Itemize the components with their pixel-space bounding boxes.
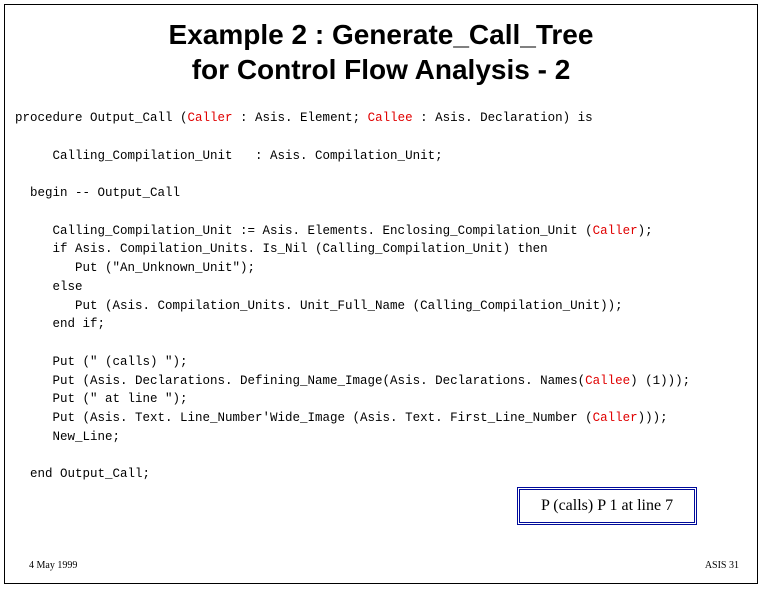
code-line: begin -- Output_Call: [15, 186, 180, 200]
footer-date: 4 May 1999: [29, 560, 77, 571]
code-line: );: [638, 224, 653, 238]
footer-page: ASIS 31: [705, 560, 739, 571]
slide-title: Example 2 : Generate_Call_Tree for Contr…: [15, 17, 747, 87]
code-line: Put ("An_Unknown_Unit");: [15, 261, 255, 275]
code-line: Calling_Compilation_Unit := Asis. Elemen…: [15, 224, 593, 238]
code-line: end Output_Call;: [15, 467, 150, 481]
code-highlight-caller: Caller: [188, 111, 233, 125]
code-line: ) (1)));: [630, 374, 690, 388]
code-highlight-caller: Caller: [593, 224, 638, 238]
title-line-1: Example 2 : Generate_Call_Tree: [169, 19, 594, 50]
code-line: Calling_Compilation_Unit : Asis. Compila…: [15, 149, 443, 163]
code-highlight-caller: Caller: [593, 411, 638, 425]
code-highlight-callee: Callee: [585, 374, 630, 388]
code-line: Put (Asis. Text. Line_Number'Wide_Image …: [15, 411, 593, 425]
slide-container: Example 2 : Generate_Call_Tree for Contr…: [4, 4, 758, 584]
code-line: Put (" (calls) ");: [15, 355, 188, 369]
code-line: Put (Asis. Declarations. Defining_Name_I…: [15, 374, 585, 388]
code-line: New_Line;: [15, 430, 120, 444]
code-line: : Asis. Element;: [233, 111, 368, 125]
code-line: : Asis. Declaration) is: [413, 111, 593, 125]
code-block: procedure Output_Call (Caller : Asis. El…: [15, 109, 747, 484]
title-line-2: for Control Flow Analysis - 2: [192, 54, 571, 85]
code-line: procedure Output_Call (: [15, 111, 188, 125]
callout-text: P (calls) P 1 at line 7: [541, 497, 673, 514]
code-line: Put (" at line ");: [15, 392, 188, 406]
code-line: end if;: [15, 317, 105, 331]
code-highlight-callee: Callee: [368, 111, 413, 125]
code-line: )));: [638, 411, 668, 425]
output-callout: P (calls) P 1 at line 7: [517, 487, 697, 525]
code-line: if Asis. Compilation_Units. Is_Nil (Call…: [15, 242, 548, 256]
code-line: else: [15, 280, 83, 294]
code-line: Put (Asis. Compilation_Units. Unit_Full_…: [15, 299, 623, 313]
